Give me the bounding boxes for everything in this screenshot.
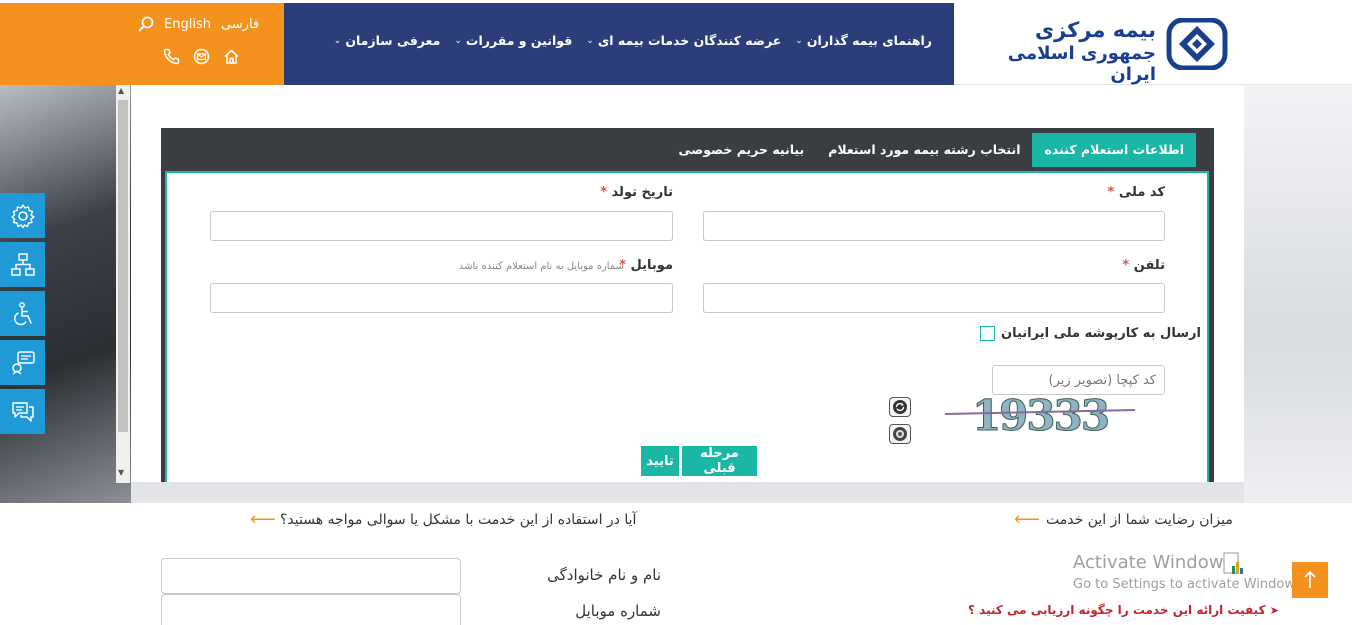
nav-laws-label: قوانین و مقررات bbox=[465, 33, 573, 48]
arrow-left-icon: ⟵ bbox=[250, 509, 276, 530]
settings-button[interactable] bbox=[0, 193, 45, 238]
activate-windows-title: Activate Windows bbox=[1073, 552, 1233, 573]
phone-icon[interactable] bbox=[163, 48, 180, 65]
lang-english-link[interactable]: English bbox=[164, 17, 211, 32]
chevron-down-icon: ⌄ bbox=[454, 35, 462, 46]
lang-farsi-link[interactable]: فارسی bbox=[221, 17, 259, 32]
captcha-input[interactable] bbox=[992, 365, 1165, 395]
phone-label-text: تلفن bbox=[1133, 258, 1165, 273]
tab-insurance-field[interactable]: انتخاب رشته بیمه مورد استعلام bbox=[816, 133, 1032, 167]
tab-inquirer-info[interactable]: اطلاعات استعلام کننده bbox=[1032, 133, 1196, 167]
nav-providers-label: عرضه کنندگان خدمات بیمه ای bbox=[597, 33, 782, 48]
scroll-up-icon[interactable]: ▲ bbox=[118, 86, 124, 95]
mobile-label: موبایل * bbox=[619, 258, 673, 273]
mobile-number-input[interactable] bbox=[161, 594, 461, 625]
arrow-up-icon bbox=[1304, 570, 1316, 588]
accessibility-button[interactable] bbox=[0, 291, 45, 336]
logo-title: بیمه مرکزی bbox=[1034, 18, 1156, 42]
birth-date-input[interactable] bbox=[210, 211, 673, 241]
mobile-hint: شماره موبایل به نام استعلام کننده باشد bbox=[458, 261, 624, 272]
chevron-down-icon: ⌄ bbox=[333, 35, 342, 46]
nav-about-label: معرفی سازمان bbox=[345, 33, 441, 48]
quality-question-text: کیفیت ارائه این خدمت را چگونه ارزیابی می… bbox=[968, 603, 1266, 617]
logo-subtitle: جمهوری اسلامی ایران bbox=[1007, 43, 1156, 85]
side-toolbar bbox=[0, 193, 45, 438]
mobile-input[interactable] bbox=[210, 283, 673, 313]
mail-icon[interactable] bbox=[193, 48, 210, 65]
scrollbar-thumb[interactable] bbox=[118, 100, 128, 432]
feedback-icon bbox=[11, 350, 35, 375]
required-mark: * bbox=[1122, 258, 1130, 273]
required-mark: * bbox=[600, 185, 608, 200]
home-icon[interactable] bbox=[223, 48, 240, 65]
tab-privacy[interactable]: بیانیه حریم خصوصی bbox=[666, 133, 816, 167]
chart-icon bbox=[1223, 552, 1243, 574]
gear-icon bbox=[10, 203, 35, 228]
accessibility-icon bbox=[13, 301, 32, 325]
nav-about[interactable]: معرفی سازمان ⌄ bbox=[334, 33, 441, 48]
speaker-icon bbox=[893, 427, 907, 441]
chevron-down-icon: ⌄ bbox=[586, 35, 594, 46]
nav-laws[interactable]: قوانین و مقررات ⌄ bbox=[454, 33, 572, 48]
national-code-input[interactable] bbox=[703, 211, 1165, 241]
scroll-down-icon[interactable]: ▼ bbox=[118, 468, 124, 477]
feedback-button[interactable] bbox=[0, 340, 45, 385]
national-code-label-text: کد ملی bbox=[1118, 185, 1165, 200]
phone-input[interactable] bbox=[703, 283, 1165, 313]
activate-windows-subtitle: Go to Settings to activate Windows. bbox=[1073, 577, 1303, 592]
arrow-left-icon: ⟵ bbox=[1014, 509, 1040, 530]
birth-date-label: تاریخ تولد * bbox=[590, 185, 673, 200]
utility-icons bbox=[163, 48, 240, 65]
mobile-label-text: موبایل bbox=[630, 258, 673, 273]
national-inbox-option[interactable]: ارسال به کارپوشه ملی ایرانیان bbox=[980, 326, 1201, 341]
captcha-image: 19333 bbox=[944, 394, 1136, 436]
captcha-audio-button[interactable] bbox=[889, 424, 911, 444]
previous-step-button[interactable]: مرحله قبلی bbox=[682, 446, 757, 476]
captcha-text: 19333 bbox=[972, 394, 1108, 436]
search-icon[interactable] bbox=[138, 16, 154, 32]
nav-guide[interactable]: راهنمای بیمه گذاران ⌄ bbox=[795, 33, 932, 48]
birth-date-label-text: تاریخ تولد bbox=[611, 185, 673, 200]
logo-icon[interactable] bbox=[1163, 18, 1231, 70]
chevron-down-icon: ⌄ bbox=[795, 35, 803, 46]
confirm-button[interactable]: تایید bbox=[641, 446, 679, 476]
wizard-tabs: بیانیه حریم خصوصی انتخاب رشته بیمه مورد … bbox=[666, 133, 1196, 167]
pointer-icon: ➤ bbox=[1269, 604, 1279, 617]
satisfaction-title: میزان رضایت شما از این خدمت bbox=[1046, 512, 1233, 528]
phone-label: تلفن * bbox=[1110, 258, 1165, 273]
sitemap-button[interactable] bbox=[0, 242, 45, 287]
quality-question[interactable]: ➤ کیفیت ارائه این خدمت را چگونه ارزیابی … bbox=[968, 603, 1279, 617]
required-mark: * bbox=[1107, 185, 1115, 200]
refresh-icon bbox=[893, 400, 907, 414]
nav-guide-label: راهنمای بیمه گذاران bbox=[806, 33, 932, 48]
chat-icon bbox=[11, 401, 34, 422]
hero-background-right bbox=[1244, 85, 1352, 503]
problem-question: آیا در استفاده از این خدمت با مشکل یا سو… bbox=[280, 512, 637, 528]
chat-button[interactable] bbox=[0, 389, 45, 434]
sitemap-icon bbox=[10, 252, 35, 276]
main-navbar: معرفی سازمان ⌄ قوانین و مقررات ⌄ عرضه کنند… bbox=[284, 3, 954, 85]
national-code-label: کد ملی * bbox=[1100, 185, 1165, 200]
national-inbox-checkbox[interactable] bbox=[980, 326, 995, 341]
language-switcher: English فارسی bbox=[138, 16, 259, 32]
nav-providers[interactable]: عرضه کنندگان خدمات بیمه ای ⌄ bbox=[586, 33, 781, 48]
name-input[interactable] bbox=[161, 558, 461, 594]
captcha-refresh-button[interactable] bbox=[889, 397, 911, 417]
mobile-number-label: شماره موبایل bbox=[575, 602, 661, 620]
name-label: نام و نام خانوادگی bbox=[547, 566, 661, 584]
scroll-to-top-button[interactable] bbox=[1292, 562, 1328, 598]
national-inbox-label: ارسال به کارپوشه ملی ایرانیان bbox=[1001, 326, 1201, 341]
